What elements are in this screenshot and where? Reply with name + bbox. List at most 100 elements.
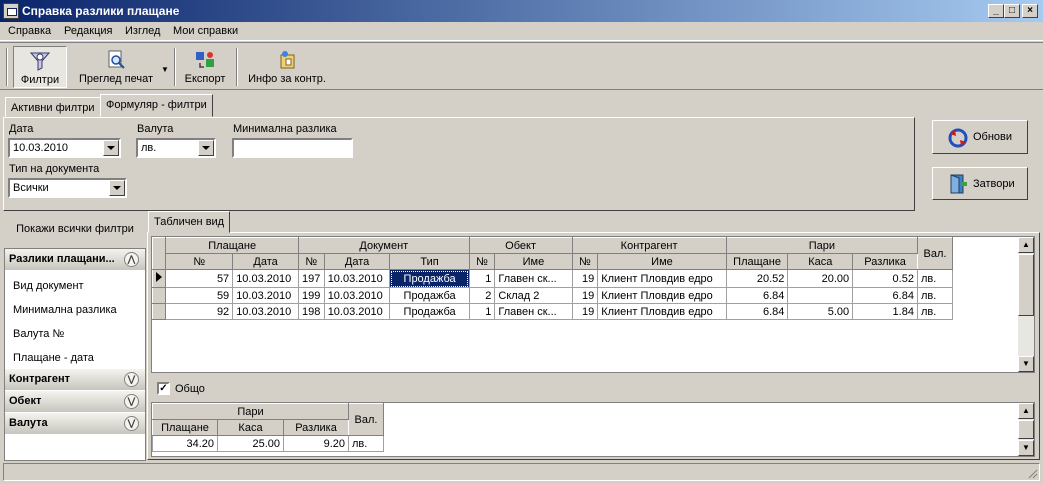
cell-payment-no[interactable]: 59 [165, 287, 234, 304]
chevron-down-icon[interactable]: ⋁ [124, 372, 139, 387]
header-contractor[interactable]: Контрагент [571, 237, 727, 254]
cell-object-name[interactable]: Склад 2 [494, 287, 573, 304]
cell-contractor-no[interactable]: 19 [571, 287, 599, 304]
totals-cash[interactable]: 25.00 [217, 435, 284, 452]
header-money-cash[interactable]: Каса [787, 253, 854, 270]
nav-item-doc-type[interactable]: Вид документ [13, 280, 84, 292]
cell-object-name[interactable]: Главен ск... [494, 303, 573, 320]
header-money-difference[interactable]: Разлика [852, 253, 918, 270]
scroll-down-arrow-icon[interactable]: ▼ [1018, 440, 1034, 456]
cell-money-difference[interactable]: 0.52 [852, 269, 918, 288]
show-all-filters-button[interactable]: Покажи всички филтри [4, 212, 146, 247]
header-contractor-name[interactable]: Име [597, 253, 727, 270]
maximize-button[interactable]: □ [1004, 4, 1020, 18]
cell-money-difference[interactable]: 1.84 [852, 303, 918, 320]
cell-document-no[interactable]: 199 [297, 287, 325, 304]
cell-document-type[interactable]: Продажба [389, 269, 470, 288]
cell-money-difference[interactable]: 6.84 [852, 287, 918, 304]
export-button[interactable]: Експорт [180, 46, 230, 88]
cell-object-no[interactable]: 1 [468, 269, 496, 288]
scroll-thumb[interactable] [1018, 254, 1034, 316]
cell-document-type[interactable]: Продажба [389, 303, 470, 320]
scroll-down-arrow-icon[interactable]: ▼ [1018, 356, 1034, 372]
table-row[interactable]: 92 10.03.2010 198 10.03.2010 Продажба 1 … [151, 303, 954, 320]
cell-money-payment[interactable]: 6.84 [725, 287, 789, 304]
header-document-no[interactable]: № [297, 253, 325, 270]
header-payment[interactable]: Плащане [165, 237, 299, 254]
cell-document-date[interactable]: 10.03.2010 [323, 287, 391, 304]
cell-payment-date[interactable]: 10.03.2010 [232, 287, 299, 304]
cell-document-date[interactable]: 10.03.2010 [323, 303, 391, 320]
totals-header-currency[interactable]: Вал. [348, 403, 385, 436]
cell-contractor-no[interactable]: 19 [571, 269, 599, 288]
close-button[interactable]: Затвори [932, 167, 1028, 200]
doc-type-select[interactable]: Всички [8, 178, 127, 198]
doc-type-dropdown-button[interactable] [109, 180, 125, 196]
chevron-down-icon[interactable]: ⋁ [124, 394, 139, 409]
nav-group-object[interactable]: Обект ⋁ [5, 391, 145, 413]
nav-group-currency[interactable]: Валута ⋁ [5, 413, 145, 435]
totals-header-money[interactable]: Пари [151, 403, 350, 420]
cell-payment-date[interactable]: 10.03.2010 [232, 269, 299, 288]
cell-object-no[interactable]: 1 [468, 303, 496, 320]
cell-document-date[interactable]: 10.03.2010 [323, 269, 391, 288]
date-dropdown-button[interactable] [103, 140, 119, 156]
totals-vertical-scrollbar[interactable]: ▲ ▼ [1018, 403, 1034, 456]
header-object[interactable]: Обект [468, 237, 573, 254]
chevron-down-icon[interactable]: ⋁ [124, 416, 139, 431]
cell-payment-no[interactable]: 57 [165, 269, 234, 288]
cell-money-cash[interactable]: 20.00 [787, 269, 854, 288]
cell-money-cash[interactable] [787, 287, 854, 304]
chevron-down-icon[interactable]: ▼ [161, 65, 169, 74]
table-row[interactable]: 57 10.03.2010 197 10.03.2010 Продажба 1 … [151, 269, 954, 288]
header-payment-no[interactable]: № [165, 253, 234, 270]
header-object-no[interactable]: № [468, 253, 496, 270]
table-row[interactable]: 59 10.03.2010 199 10.03.2010 Продажба 2 … [151, 287, 954, 304]
grid-vertical-scrollbar[interactable]: ▲ ▼ [1018, 237, 1034, 372]
menu-edit[interactable]: Редакция [64, 25, 112, 37]
info-contractor-button[interactable]: Инфо за контр. [244, 46, 330, 88]
tab-active-filters[interactable]: Активни филтри [5, 97, 101, 117]
nav-item-payment-date[interactable]: Плащане - дата [13, 352, 94, 364]
cell-object-name[interactable]: Главен ск... [494, 269, 573, 288]
header-currency[interactable]: Вал. [916, 237, 954, 270]
header-payment-date[interactable]: Дата [232, 253, 299, 270]
menu-spravka[interactable]: Справка [8, 25, 51, 37]
header-money[interactable]: Пари [725, 237, 918, 254]
totals-currency[interactable]: лв. [348, 435, 385, 452]
refresh-button[interactable]: Обнови [932, 120, 1028, 154]
totals-checkbox[interactable]: ✓ [157, 382, 170, 395]
totals-header-cash[interactable]: Каса [217, 419, 284, 436]
resize-grip-icon[interactable] [1026, 467, 1038, 479]
tab-table-view[interactable]: Табличен вид [148, 211, 231, 233]
filters-button[interactable]: Филтри [13, 46, 67, 88]
cell-contractor-name[interactable]: Клиент Пловдив едро [597, 287, 727, 304]
cell-contractor-no[interactable]: 19 [571, 303, 599, 320]
header-contractor-no[interactable]: № [571, 253, 599, 270]
cell-currency[interactable]: лв. [916, 269, 954, 288]
currency-dropdown-button[interactable] [198, 140, 214, 156]
cell-payment-date[interactable]: 10.03.2010 [232, 303, 299, 320]
header-document[interactable]: Документ [297, 237, 470, 254]
print-preview-button[interactable]: Преглед печат [73, 46, 159, 88]
menu-my-reports[interactable]: Мои справки [173, 25, 238, 37]
header-object-name[interactable]: Име [494, 253, 573, 270]
cell-document-no[interactable]: 198 [297, 303, 325, 320]
nav-item-min-difference[interactable]: Минимална разлика [13, 304, 117, 316]
cell-payment-no[interactable]: 92 [165, 303, 234, 320]
cell-currency[interactable]: лв. [916, 287, 954, 304]
scroll-up-arrow-icon[interactable]: ▲ [1018, 237, 1034, 253]
nav-item-currency-no[interactable]: Валута № [13, 328, 64, 340]
chevron-up-icon[interactable]: ⋀ [124, 252, 139, 267]
nav-group-payment-differences[interactable]: Разлики плащани... ⋀ [5, 249, 145, 271]
cell-contractor-name[interactable]: Клиент Пловдив едро [597, 303, 727, 320]
cell-contractor-name[interactable]: Клиент Пловдив едро [597, 269, 727, 288]
cell-money-cash[interactable]: 5.00 [787, 303, 854, 320]
nav-group-contractor[interactable]: Контрагент ⋁ [5, 369, 145, 391]
scroll-thumb[interactable] [1018, 420, 1034, 439]
totals-difference[interactable]: 9.20 [282, 435, 350, 452]
min-difference-input[interactable] [232, 138, 353, 158]
tab-form-filters[interactable]: Формуляр - филтри [100, 94, 213, 117]
header-money-payment[interactable]: Плащане [725, 253, 789, 270]
date-field[interactable]: 10.03.2010 [8, 138, 121, 158]
